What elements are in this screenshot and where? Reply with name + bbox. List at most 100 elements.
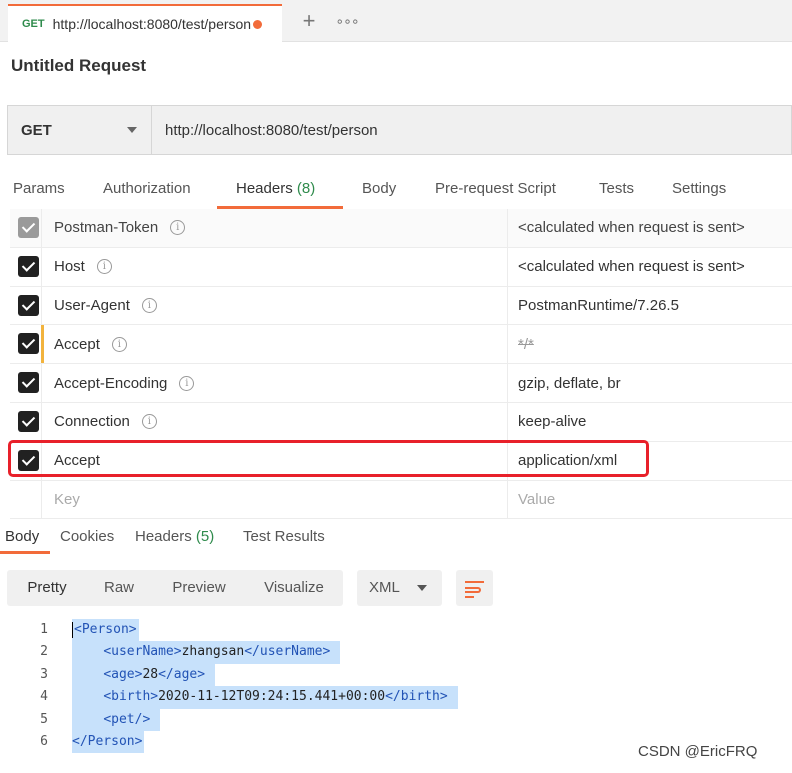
format-select[interactable]: XML — [357, 570, 442, 606]
new-tab-plus-icon[interactable]: + — [296, 8, 322, 34]
xml-tag: </birth> — [385, 689, 448, 705]
checkbox-cell — [10, 247, 42, 286]
text-cursor — [72, 621, 73, 638]
header-value-text: */* — [518, 335, 534, 353]
url-input[interactable]: http://localhost:8080/test/person — [151, 105, 792, 155]
header-key-text: Connection — [54, 413, 130, 431]
xml-tag: </userName> — [244, 644, 331, 660]
info-icon[interactable]: i — [96, 259, 112, 275]
xml-tag: </age> — [158, 666, 206, 682]
info-icon[interactable]: i — [170, 220, 186, 236]
xml-value: 2020-11-12T09:24:15.441+00:00 — [158, 689, 386, 705]
xml-value: zhangsan — [181, 644, 245, 660]
checkbox-cell — [10, 480, 42, 519]
more-tabs-icon[interactable]: ∘∘∘ — [334, 8, 360, 34]
view-mode-group: Pretty Raw Preview Visualize — [7, 570, 343, 606]
request-tabs: Params Authorization Headers (8) Body Pr… — [0, 170, 792, 210]
view-pretty-button[interactable]: Pretty — [7, 570, 87, 606]
view-raw-button[interactable]: Raw — [95, 570, 143, 606]
tab-response-headers-count: (5) — [195, 528, 215, 545]
info-icon[interactable]: i — [111, 336, 127, 352]
info-icon[interactable]: i — [179, 375, 195, 391]
code-text: <userName>zhangsan</userName> — [72, 641, 341, 664]
tab-test-results[interactable]: Test Results — [243, 528, 325, 545]
code-text: <age>28</age> — [72, 663, 215, 687]
new-header-key-input[interactable]: Key — [54, 481, 80, 519]
header-checkbox[interactable] — [18, 333, 39, 355]
header-row: Accept-Encoding i gzip, deflate, br — [10, 364, 792, 403]
view-visualize-button[interactable]: Visualize — [254, 570, 334, 606]
header-checkbox[interactable] — [18, 255, 39, 277]
code-line: 3 <age>28</age> — [0, 663, 792, 687]
tab-params[interactable]: Params — [13, 180, 65, 197]
tab-headers-label: Headers — [236, 180, 293, 197]
active-response-tab-indicator — [0, 551, 50, 554]
tab-response-headers-label: Headers — [135, 528, 192, 545]
response-body-viewer[interactable]: 1 <Person> 2 <userName>zhangsan</userNam… — [0, 619, 792, 754]
tab-response-cookies[interactable]: Cookies — [60, 528, 114, 545]
tab-response-headers[interactable]: Headers (5) — [135, 528, 214, 545]
header-key: Accept-Encoding i — [54, 364, 195, 402]
tab-headers[interactable]: Headers (8) — [236, 180, 315, 197]
header-key-text: Host — [54, 258, 85, 276]
checkbox-cell — [10, 325, 42, 364]
overridden-marker — [41, 325, 44, 364]
header-value: PostmanRuntime/7.26.5 — [507, 286, 792, 325]
header-value: */* — [507, 325, 792, 364]
header-key-text: Postman-Token — [54, 219, 159, 237]
method-select[interactable]: GET — [7, 105, 151, 155]
watermark: CSDN @EricFRQ — [638, 743, 758, 760]
header-key: User-Agent i — [54, 287, 157, 325]
code-line: 5 <pet/> — [0, 708, 792, 731]
chevron-down-icon — [127, 127, 137, 133]
info-icon[interactable]: i — [141, 297, 157, 313]
header-key: Connection i — [54, 403, 157, 441]
info-icon[interactable]: i — [141, 414, 157, 430]
header-row: Postman-Token i <calculated when request … — [10, 209, 792, 248]
wrap-icon-line — [465, 596, 474, 598]
header-value: keep-alive — [507, 402, 792, 441]
header-checkbox[interactable] — [18, 372, 39, 394]
chevron-down-icon — [417, 585, 427, 591]
unsaved-dot-icon — [253, 19, 263, 29]
tab-authorization[interactable]: Authorization — [103, 180, 191, 197]
wrap-icon-arc — [465, 587, 481, 593]
checkbox-cell — [10, 364, 42, 402]
header-checkbox[interactable] — [18, 410, 39, 432]
line-number: 1 — [40, 622, 48, 637]
url-input-value: http://localhost:8080/test/person — [165, 121, 378, 139]
header-key-text: Accept — [54, 335, 100, 353]
line-number: 6 — [40, 733, 48, 749]
xml-tag: <userName> — [103, 644, 182, 660]
tab-pre-request-script[interactable]: Pre-request Script — [435, 180, 556, 197]
request-tab-url: http://localhost:8080/test/person — [52, 16, 252, 32]
line-number: 4 — [40, 689, 48, 705]
xml-tag: </Person> — [72, 733, 143, 749]
request-title[interactable]: Untitled Request — [11, 56, 146, 76]
header-checkbox[interactable] — [18, 217, 39, 238]
header-value: gzip, deflate, br — [507, 364, 792, 402]
highlight-annotation — [8, 440, 649, 477]
view-preview-button[interactable]: Preview — [162, 570, 236, 606]
xml-tag: <age> — [103, 666, 143, 682]
wrap-icon-line — [465, 581, 484, 583]
xml-tag: <pet/> — [103, 711, 151, 727]
header-row: Host i <calculated when request is sent> — [10, 247, 792, 287]
new-header-value-input[interactable]: Value — [507, 480, 792, 519]
code-text: <birth>2020-11-12T09:24:15.441+00:00</bi… — [72, 686, 458, 709]
line-number: 2 — [40, 644, 48, 660]
request-tab[interactable]: GET http://localhost:8080/test/person — [8, 4, 282, 42]
header-row: Accept i */* — [10, 325, 792, 365]
xml-tag: <Person> — [74, 622, 137, 637]
format-select-value: XML — [369, 579, 400, 596]
tab-settings[interactable]: Settings — [672, 180, 726, 197]
header-key: Host i — [54, 248, 112, 286]
tab-body[interactable]: Body — [362, 180, 396, 197]
code-line: 4 <birth>2020-11-12T09:24:15.441+00:00</… — [0, 686, 792, 709]
wrap-lines-icon[interactable] — [456, 570, 493, 606]
tab-response-body[interactable]: Body — [5, 528, 39, 545]
header-checkbox[interactable] — [18, 294, 39, 316]
tab-bar: GET http://localhost:8080/test/person + … — [0, 0, 792, 42]
code-line: 1 <Person> — [0, 619, 792, 642]
tab-tests[interactable]: Tests — [599, 180, 634, 197]
